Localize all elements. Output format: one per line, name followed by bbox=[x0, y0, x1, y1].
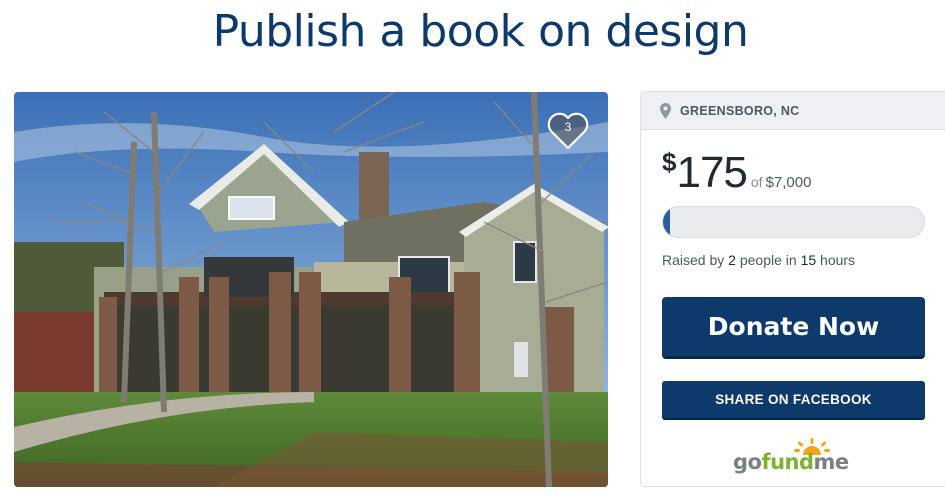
goal-amount: $7,000 bbox=[765, 174, 812, 191]
logo-fund: fund bbox=[761, 450, 814, 474]
donor-count: 2 bbox=[728, 252, 736, 268]
favorite-button[interactable]: 3 bbox=[546, 110, 590, 154]
gofundme-logo[interactable]: gofundme bbox=[733, 438, 857, 474]
logo-me: me bbox=[813, 450, 850, 474]
donation-panel: GREENSBORO, NC $ 175 of $7,000 Raised by… bbox=[640, 91, 945, 487]
amount-raised: 175 bbox=[676, 148, 747, 197]
campaign-photo: 3 bbox=[14, 92, 608, 487]
progress-fill bbox=[663, 207, 670, 237]
raised-prefix: Raised by bbox=[662, 252, 725, 268]
progress-bar bbox=[662, 206, 925, 238]
donate-now-button[interactable]: Donate Now bbox=[662, 297, 925, 359]
time-value: 15 bbox=[800, 252, 817, 268]
people-label: people in bbox=[739, 252, 797, 268]
raised-summary: Raised by 2 people in 15 hours bbox=[662, 252, 855, 268]
currency-symbol: $ bbox=[662, 147, 677, 177]
location-text: GREENSBORO, NC bbox=[680, 103, 800, 118]
favorite-count: 3 bbox=[564, 120, 572, 134]
location-pin-icon bbox=[660, 102, 671, 119]
of-label: of bbox=[750, 174, 763, 190]
time-unit: hours bbox=[820, 252, 856, 268]
location-bar: GREENSBORO, NC bbox=[641, 92, 945, 130]
gofundme-wordmark: gofundme bbox=[733, 450, 849, 474]
share-on-facebook-button[interactable]: SHARE ON FACEBOOK bbox=[662, 381, 925, 420]
house-photo bbox=[14, 92, 608, 487]
page-title: Publish a book on design bbox=[212, 6, 749, 57]
logo-go: go bbox=[733, 450, 762, 474]
amount-raised-row: $ 175 of $7,000 bbox=[662, 147, 812, 198]
